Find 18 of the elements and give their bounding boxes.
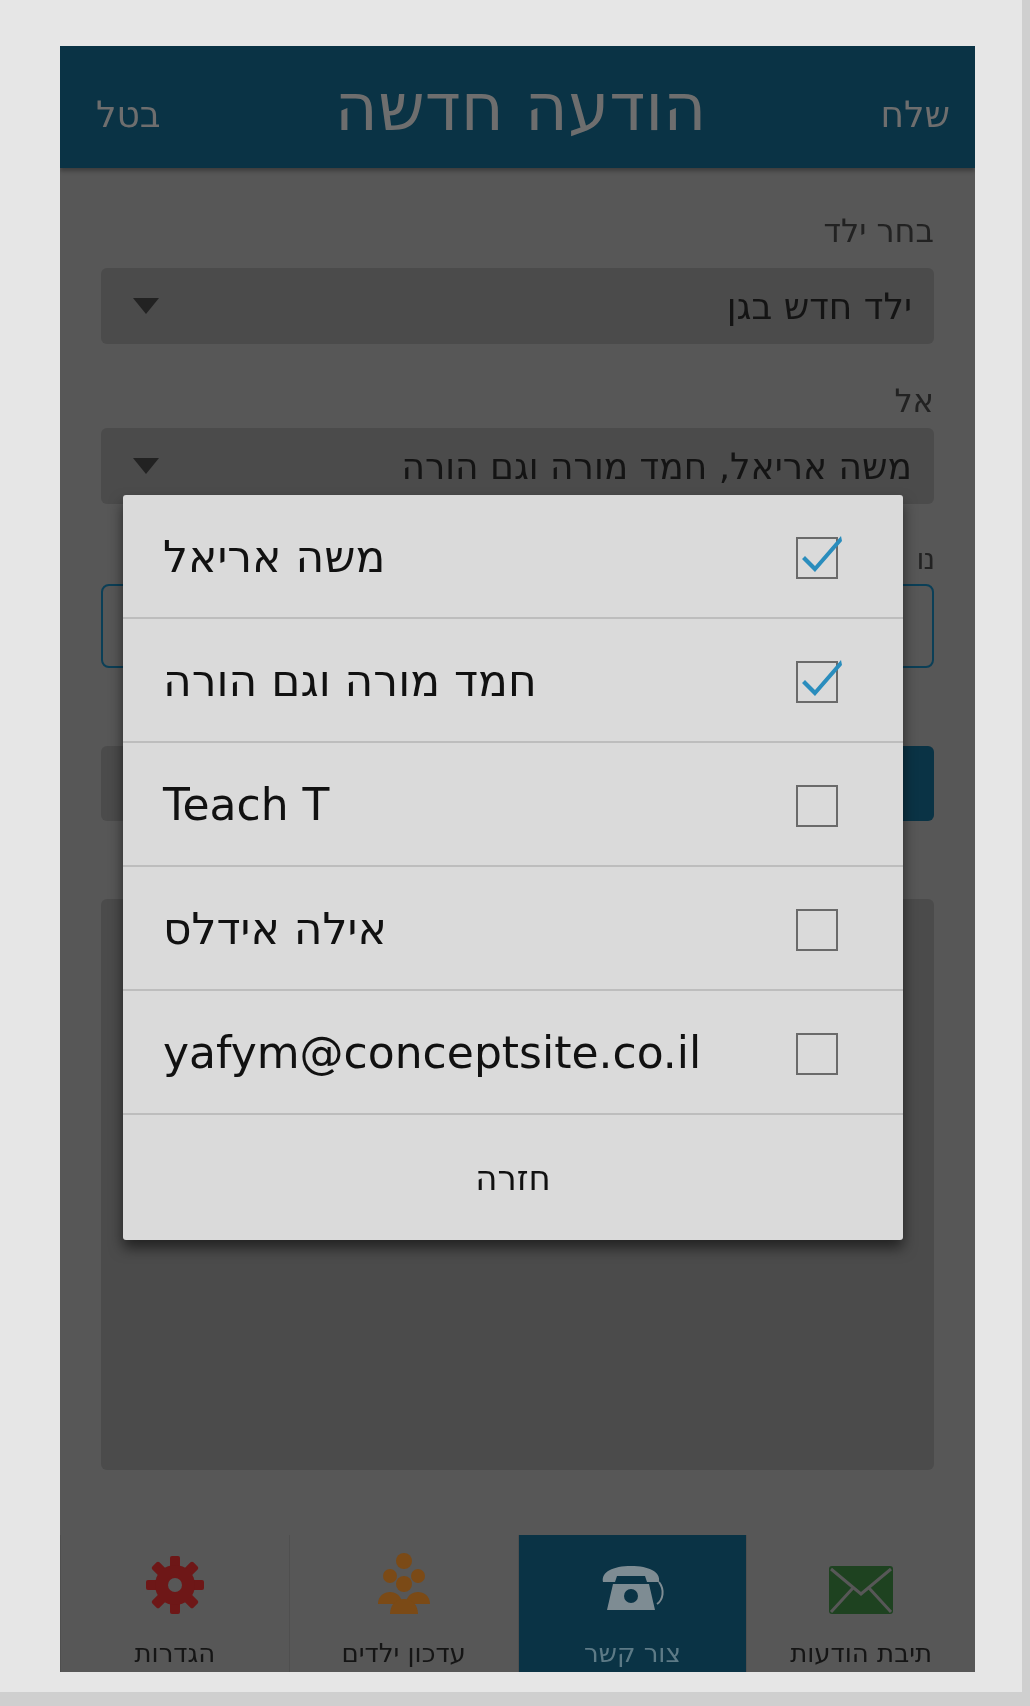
dropdown-icon xyxy=(133,298,159,314)
nav-tab[interactable]: צור קשר xyxy=(517,1535,747,1672)
recipient-option[interactable]: חמד מורה וגם הורה xyxy=(123,619,903,743)
recipient-option[interactable]: yafym@conceptsite.co.il xyxy=(123,991,903,1115)
back-button[interactable]: חזרה xyxy=(123,1115,903,1240)
dropdown-icon xyxy=(133,458,159,474)
screen-title: הודעה חדשה xyxy=(334,68,707,146)
people-icon xyxy=(375,1552,432,1614)
settings-icon xyxy=(145,1556,204,1614)
send-button[interactable]: שלח xyxy=(880,79,950,135)
nav-tab[interactable]: הגדרות xyxy=(60,1535,289,1672)
nav-tab[interactable]: תיבת הודעות xyxy=(746,1535,975,1672)
envelope-icon xyxy=(829,1566,894,1614)
cancel-button[interactable]: בטל xyxy=(96,79,161,135)
recipient-option[interactable]: Teach T xyxy=(123,743,903,867)
nav-tab[interactable]: עדכון ילדים xyxy=(288,1535,518,1672)
recipient-option[interactable]: אילה אידלס xyxy=(123,867,903,991)
recipient-option[interactable]: משה אריאל xyxy=(123,495,903,619)
